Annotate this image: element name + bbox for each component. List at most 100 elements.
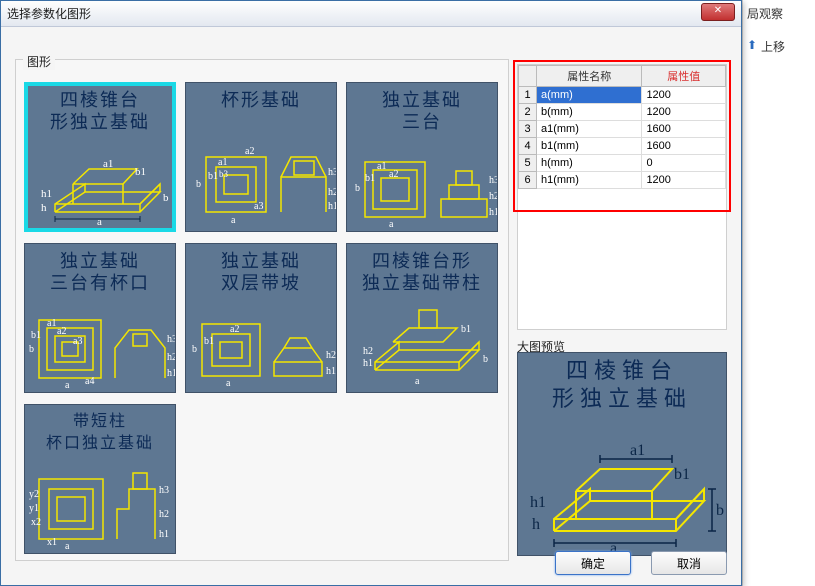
attr-value-cell[interactable]: 1200: [642, 104, 726, 121]
svg-text:h1: h1: [328, 201, 337, 212]
svg-text:h2: h2: [326, 350, 336, 361]
attr-row[interactable]: 2 b(mm) 1200: [519, 104, 726, 121]
svg-text:h1: h1: [41, 188, 52, 200]
dialog-title: 选择参数化图形: [7, 5, 91, 22]
svg-text:y2: y2: [29, 489, 39, 500]
attr-value-cell[interactable]: 1600: [642, 121, 726, 138]
attr-value-cell[interactable]: 0: [642, 155, 726, 172]
svg-text:a4: a4: [85, 376, 94, 387]
svg-text:b: b: [355, 183, 360, 194]
svg-text:a: a: [65, 380, 70, 388]
svg-text:h3: h3: [328, 167, 337, 178]
side-panel: 局观察 ⬆ 上移: [742, 0, 815, 586]
svg-text:b1: b1: [461, 324, 471, 335]
thumb-title: 独立基础双层带坡: [186, 244, 336, 294]
svg-text:h3: h3: [167, 334, 176, 345]
thumb-title: 带短柱杯口独立基础: [25, 405, 175, 455]
shape-double-slope[interactable]: 独立基础双层带坡 a b: [185, 243, 337, 393]
svg-text:b1: b1: [674, 466, 690, 483]
svg-text:a2: a2: [230, 324, 239, 335]
svg-text:h1: h1: [167, 368, 176, 379]
thumb-title: 四棱锥台形独立基础带柱: [347, 244, 497, 294]
svg-text:h2: h2: [489, 191, 498, 202]
svg-text:h1: h1: [530, 494, 546, 511]
shape-three-step-cup[interactable]: 独立基础三台有杯口 a b: [24, 243, 176, 393]
svg-text:h: h: [41, 202, 47, 214]
attr-row[interactable]: 1 a(mm) 1200: [519, 87, 726, 104]
attr-value-cell[interactable]: 1200: [642, 172, 726, 189]
thumb-title: 杯形基础: [186, 83, 336, 111]
side-tab-observe[interactable]: 局观察: [747, 5, 783, 22]
svg-text:b1: b1: [31, 330, 41, 341]
side-tab-moveup[interactable]: 上移: [761, 38, 785, 55]
attr-row[interactable]: 3 a1(mm) 1600: [519, 121, 726, 138]
svg-text:y1: y1: [29, 503, 39, 514]
svg-text:h1: h1: [363, 358, 373, 369]
thumb-title: 四棱锥台形独立基础: [25, 83, 175, 133]
svg-text:h2: h2: [167, 352, 176, 363]
svg-text:a: a: [97, 216, 102, 227]
svg-text:h3: h3: [159, 485, 169, 496]
svg-text:b: b: [716, 502, 724, 519]
svg-text:h2: h2: [159, 509, 169, 520]
thumb-title: 独立基础三台: [347, 83, 497, 133]
attribute-panel: 属性名称 属性值 1 a(mm) 1200 2 b(mm) 1200: [517, 64, 727, 330]
attr-header-row: 属性名称 属性值: [519, 66, 726, 87]
svg-text:h: h: [532, 516, 540, 533]
svg-text:b: b: [192, 344, 197, 355]
svg-text:b1: b1: [204, 336, 214, 347]
svg-text:x2: x2: [31, 517, 41, 528]
preview-panel: 四棱锥台形独立基础: [517, 352, 727, 556]
svg-text:b: b: [29, 344, 34, 355]
svg-text:b1: b1: [208, 171, 218, 182]
svg-text:h2: h2: [363, 346, 373, 357]
shape-cup[interactable]: 杯形基础 a b: [185, 82, 337, 232]
close-icon: ✕: [714, 5, 722, 16]
cancel-button[interactable]: 取消: [651, 551, 727, 575]
svg-text:a1: a1: [103, 158, 113, 170]
shape-three-step[interactable]: 独立基础三台 a b: [346, 82, 498, 232]
svg-text:b1: b1: [135, 166, 146, 178]
shape-frustum-column[interactable]: 四棱锥台形独立基础带柱 a b: [346, 243, 498, 393]
attr-col-value: 属性值: [642, 66, 726, 87]
svg-text:a2: a2: [389, 169, 398, 180]
arrow-up-icon: ⬆: [747, 38, 757, 52]
svg-text:a: a: [231, 215, 236, 226]
ok-button[interactable]: 确定: [555, 551, 631, 575]
attr-value-cell[interactable]: 1600: [642, 138, 726, 155]
titlebar: 选择参数化图形 ✕: [1, 1, 741, 27]
svg-text:a1: a1: [218, 157, 227, 168]
svg-text:a1: a1: [377, 161, 386, 172]
attr-col-name: 属性名称: [537, 66, 642, 87]
svg-text:a: a: [226, 378, 231, 388]
attr-row[interactable]: 4 b1(mm) 1600: [519, 138, 726, 155]
svg-text:a: a: [389, 219, 394, 227]
dialog-buttons: 确定 取消: [555, 551, 727, 575]
attribute-table[interactable]: 属性名称 属性值 1 a(mm) 1200 2 b(mm) 1200: [518, 65, 726, 189]
attr-row[interactable]: 5 h(mm) 0: [519, 155, 726, 172]
svg-text:b: b: [163, 192, 169, 204]
shape-pyramid-frustum[interactable]: 四棱锥台形独立基础 a b: [24, 82, 176, 232]
dialog-select-param-shape: 选择参数化图形 ✕ 图形 四棱锥台形独立基础: [0, 0, 742, 586]
thumb-title: 独立基础三台有杯口: [25, 244, 175, 294]
shapes-group-label: 图形: [23, 53, 55, 70]
svg-text:h1: h1: [326, 366, 336, 377]
svg-text:a3: a3: [73, 336, 82, 347]
svg-text:a3: a3: [254, 201, 263, 212]
attr-row[interactable]: 6 h1(mm) 1200: [519, 172, 726, 189]
svg-text:a2: a2: [245, 146, 254, 157]
svg-text:b3: b3: [219, 169, 229, 179]
svg-text:b1: b1: [365, 173, 375, 184]
svg-text:h2: h2: [328, 187, 337, 198]
attr-value-cell[interactable]: 1200: [642, 87, 726, 104]
thumbs-container: 四棱锥台形独立基础 a b: [20, 82, 504, 554]
shape-short-col-cup[interactable]: 带短柱杯口独立基础 a y1 y2: [24, 404, 176, 554]
preview-title: 四棱锥台形独立基础: [518, 353, 726, 413]
svg-text:h1: h1: [159, 529, 169, 540]
svg-text:a1: a1: [47, 318, 56, 329]
svg-text:a: a: [415, 376, 420, 387]
close-button[interactable]: ✕: [701, 3, 735, 21]
dialog-content: 图形 四棱锥台形独立基础: [1, 27, 741, 585]
attr-col-rownum: [519, 66, 537, 87]
svg-text:a2: a2: [57, 326, 66, 337]
